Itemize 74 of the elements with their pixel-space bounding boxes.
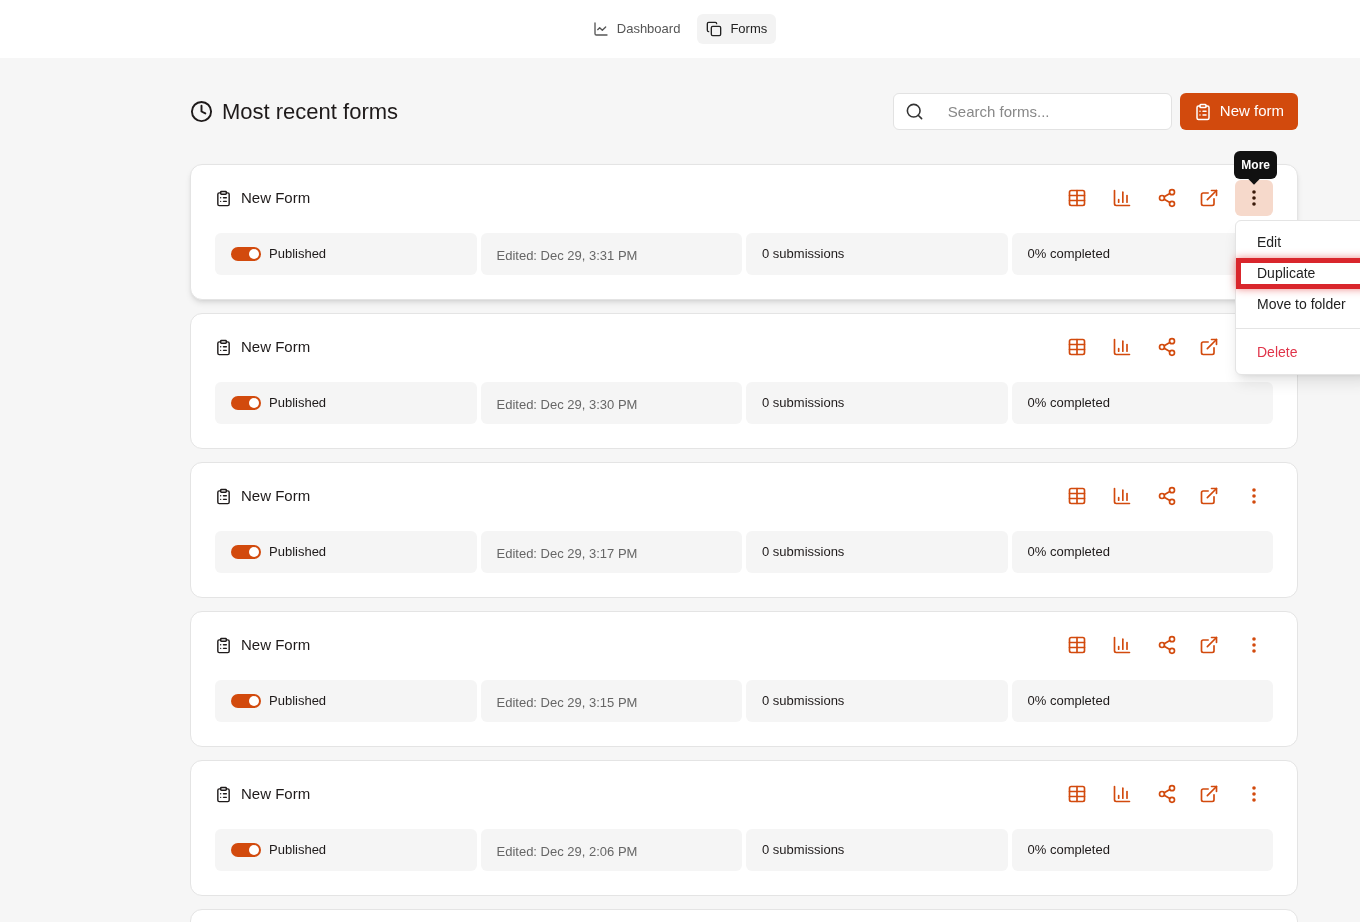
bar-chart-icon	[1112, 784, 1132, 804]
completion-cell: 0% completed	[1011, 531, 1273, 573]
submissions-cell: 0 submissions	[746, 233, 1008, 275]
line-chart-icon	[592, 21, 609, 37]
form-title: New Form	[241, 634, 311, 655]
edited-cell: Edited: Dec 29, 3:15 PM	[480, 680, 742, 722]
form-title: New Form	[241, 485, 311, 506]
menu-item[interactable]: Duplicate	[1236, 258, 1360, 289]
share-icon	[1157, 188, 1177, 208]
submissions-cell: 0 submissions	[746, 829, 1008, 871]
publish-toggle[interactable]	[231, 545, 261, 559]
share-icon	[1157, 635, 1177, 655]
external-link-icon	[1199, 635, 1219, 655]
menu-item[interactable]: Delete	[1236, 337, 1360, 368]
submissions-cell: 0 submissions	[746, 382, 1008, 424]
new-form-button[interactable]: New form	[1179, 93, 1298, 130]
edited-cell: Edited: Dec 29, 3:17 PM	[480, 531, 742, 573]
external-link-icon	[1199, 486, 1219, 506]
page-title: Most recent forms	[222, 98, 399, 126]
external-link-icon	[1199, 188, 1219, 208]
completion-cell: 0% completed	[1011, 382, 1273, 424]
publish-toggle[interactable]	[231, 247, 261, 261]
table-icon	[1067, 188, 1087, 208]
status-text: Published	[269, 245, 327, 264]
bar-chart-icon	[1112, 635, 1132, 655]
form-title: New Form	[241, 187, 311, 208]
publish-toggle[interactable]	[231, 694, 261, 708]
bar-chart-icon	[1112, 188, 1132, 208]
completion-cell: 0% completed	[1011, 680, 1273, 722]
menu-item[interactable]: Move to folder	[1236, 289, 1360, 320]
edited-cell: Edited: Dec 29, 3:31 PM	[480, 233, 742, 275]
external-link-icon	[1199, 337, 1219, 357]
share-icon	[1157, 337, 1177, 357]
edited-cell: Edited: Dec 29, 3:30 PM	[480, 382, 742, 424]
edited-cell: Edited: Dec 29, 2:06 PM	[480, 829, 742, 871]
share-icon	[1157, 784, 1177, 804]
table-icon	[1067, 486, 1087, 506]
nav-tab[interactable]: Dashboard	[583, 14, 690, 44]
bar-chart-icon	[1112, 337, 1132, 357]
submissions-cell: 0 submissions	[746, 531, 1008, 573]
search-field[interactable]: Search forms...	[892, 93, 1172, 130]
status-text: Published	[269, 543, 327, 562]
more-icon	[1252, 786, 1256, 802]
status-text: Published	[269, 841, 327, 860]
status-text: Published	[269, 692, 327, 711]
menu-item[interactable]: Edit	[1236, 227, 1360, 258]
status-text: Published	[269, 394, 327, 413]
clipboard-icon	[215, 189, 232, 207]
bar-chart-icon	[1112, 486, 1132, 506]
more-icon	[1252, 190, 1256, 206]
more-button[interactable]	[1235, 180, 1273, 216]
clipboard-icon	[1193, 102, 1212, 121]
publish-toggle[interactable]	[231, 843, 261, 857]
table-icon	[1067, 635, 1087, 655]
clock-icon	[190, 100, 213, 123]
clipboard-icon	[215, 487, 232, 505]
external-link-icon	[1199, 784, 1219, 804]
table-icon	[1067, 337, 1087, 357]
search-icon	[904, 102, 924, 121]
clipboard-icon	[215, 785, 232, 803]
more-icon	[1252, 488, 1256, 504]
publish-toggle[interactable]	[231, 396, 261, 410]
more-icon	[1252, 637, 1256, 653]
form-title: New Form	[241, 336, 311, 357]
form-title: New Form	[241, 783, 311, 804]
table-icon	[1067, 784, 1087, 804]
folders-icon	[706, 21, 723, 37]
clipboard-icon	[215, 636, 232, 654]
share-icon	[1157, 486, 1177, 506]
clipboard-icon	[215, 338, 232, 356]
submissions-cell: 0 submissions	[746, 680, 1008, 722]
tooltip: More	[1234, 151, 1277, 179]
completion-cell: 0% completed	[1011, 829, 1273, 871]
nav-tab[interactable]: Forms	[697, 14, 777, 44]
